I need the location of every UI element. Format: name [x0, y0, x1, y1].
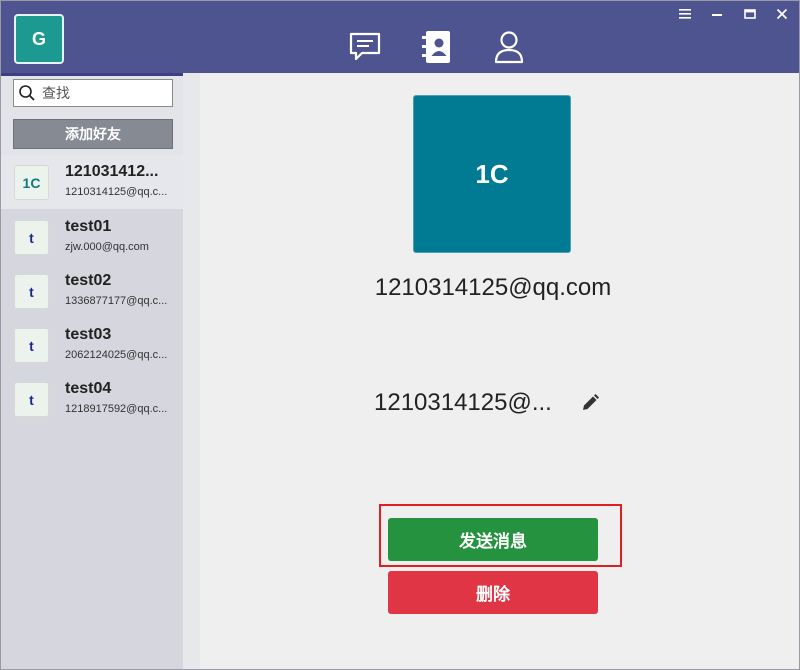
contacts-sidebar: 添加好友 1C 121031412... 1210314125@qq.c... …	[1, 73, 199, 669]
address-book-icon[interactable]	[419, 29, 455, 65]
contact-name: test03	[65, 326, 112, 343]
search-box[interactable]	[13, 79, 173, 107]
app-user-avatar[interactable]: G	[14, 14, 64, 64]
contact-name: test02	[65, 272, 112, 289]
contact-email: 2062124025@qq.c...	[65, 349, 168, 361]
minimize-icon[interactable]	[706, 5, 728, 23]
contact-item[interactable]: 1C 121031412... 1210314125@qq.c...	[1, 155, 183, 209]
pencil-edit-icon[interactable]	[580, 393, 600, 413]
profile-nickname: 1210314125@...	[374, 389, 552, 416]
app-window: G 查找 添加好友 1C 121031412... 1210314125@qq.…	[0, 0, 800, 670]
contact-item[interactable]: t test02 1336877177@qq.c...	[1, 264, 183, 318]
contact-name: test04	[65, 380, 112, 397]
user-profile-icon[interactable]	[491, 29, 527, 65]
contact-email: 1336877177@qq.c...	[65, 295, 168, 307]
top-bar: G	[1, 1, 799, 73]
contact-name: 121031412...	[65, 163, 159, 180]
contact-email: 1210314125@qq.c...	[65, 186, 168, 198]
profile-email: 1210314125@qq.com	[374, 274, 612, 301]
contact-item[interactable]: t test01 zjw.000@qq.com	[1, 210, 183, 264]
search-input[interactable]	[42, 85, 162, 101]
maximize-icon[interactable]	[739, 5, 761, 23]
sidebar-header: 添加好友	[1, 73, 183, 155]
close-icon[interactable]	[771, 5, 793, 23]
contact-avatar: t	[14, 274, 49, 309]
chat-bubble-icon[interactable]	[347, 29, 383, 65]
contact-avatar: t	[14, 382, 49, 417]
contact-detail-panel: 1C 1210314125@qq.com 1210314125@... 发送消息…	[200, 73, 799, 669]
contact-avatar: t	[14, 328, 49, 363]
panel-divider	[183, 73, 200, 669]
contact-name: test01	[65, 218, 112, 235]
add-friend-button[interactable]: 添加好友	[13, 119, 173, 149]
contact-avatar: t	[14, 220, 49, 255]
search-icon	[19, 85, 35, 101]
contact-avatar: 1C	[14, 165, 49, 200]
menu-icon[interactable]	[674, 5, 696, 23]
send-message-button[interactable]: 发送消息	[388, 518, 598, 561]
profile-avatar: 1C	[413, 95, 571, 253]
contact-item[interactable]: t test04 1218917592@qq.c...	[1, 372, 183, 426]
sidebar-divider	[1, 73, 199, 76]
contact-email: zjw.000@qq.com	[65, 241, 149, 253]
contact-item[interactable]: t test03 2062124025@qq.c...	[1, 318, 183, 372]
contact-email: 1218917592@qq.c...	[65, 403, 168, 415]
delete-button[interactable]: 删除	[388, 571, 598, 614]
